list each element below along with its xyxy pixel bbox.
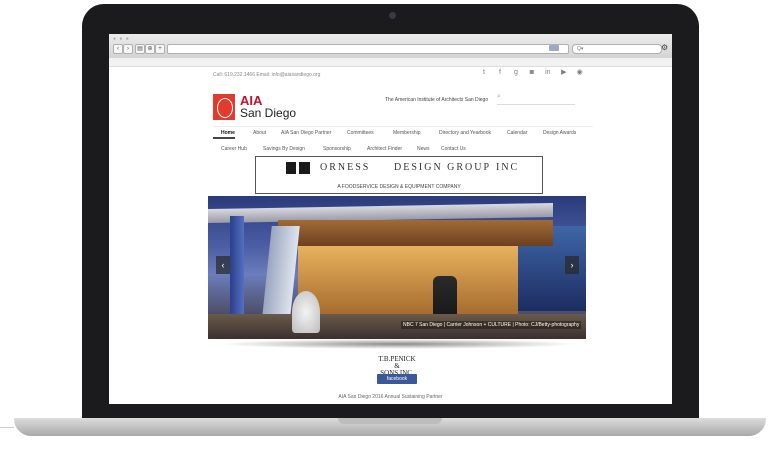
- people-figures: [433, 276, 457, 314]
- ad-word-2: DESIGN GROUP: [394, 162, 492, 173]
- bookmarks-bar: [109, 58, 672, 67]
- social-links: t f g ◙ in ▶ ◉: [477, 68, 587, 76]
- nav-membership[interactable]: Membership: [393, 130, 421, 136]
- new-tab-button[interactable]: +: [155, 44, 165, 54]
- window-controls[interactable]: ● ● ●: [113, 36, 130, 42]
- ad-logo-mark: [286, 162, 310, 174]
- nav-design-awards[interactable]: Design Awards: [543, 130, 576, 136]
- nav-sponsorship[interactable]: Sponsorship: [323, 146, 351, 152]
- browser-toolbar: ● ● ● ‹ › ▤ ⊕ + Q▾ ⚙: [109, 34, 672, 59]
- nav-calendar[interactable]: Calendar: [507, 130, 527, 136]
- site-search-input[interactable]: ⌕: [497, 93, 575, 105]
- base-line: [0, 427, 14, 428]
- nav-about[interactable]: About: [253, 130, 266, 136]
- youtube-icon[interactable]: ▶: [557, 68, 571, 76]
- ad-word-1: ORNESS: [320, 162, 371, 173]
- slider-prev-button[interactable]: ‹: [216, 256, 230, 274]
- search-icon: ⌕: [497, 93, 501, 100]
- rss-url-icon[interactable]: [549, 45, 559, 51]
- slider-next-button[interactable]: ›: [565, 256, 579, 274]
- hero-slider-image[interactable]: [208, 196, 586, 339]
- reader-button[interactable]: ▤: [135, 44, 145, 54]
- ad-word-3: INC: [496, 162, 520, 173]
- active-nav-indicator: [213, 137, 235, 139]
- nav-career-hub[interactable]: Career Hub: [221, 146, 247, 152]
- canopy-ceiling: [278, 220, 553, 246]
- twitter-icon[interactable]: t: [477, 69, 491, 76]
- facebook-button[interactable]: facebook: [377, 374, 417, 384]
- main-nav: Home About AIA San Diego Partner Committ…: [213, 126, 593, 139]
- sponsor-footer-text: AIA San Diego 2016 Annual Sustaining Par…: [338, 394, 443, 400]
- contact-info: Call: 619.232.1466 Email: info@aiasandie…: [213, 72, 321, 78]
- instagram-icon[interactable]: ◙: [525, 69, 539, 76]
- url-bar[interactable]: [167, 44, 569, 54]
- sculpture: [292, 291, 320, 333]
- nav-architect-finder[interactable]: Architect Finder: [367, 146, 402, 152]
- slider-caption: NBC 7 San Diego | Carrier Johnson + CULT…: [401, 321, 582, 329]
- ad-subtitle: A FOODSERVICE DESIGN & EQUIPMENT COMPANY: [337, 184, 461, 190]
- rss-icon[interactable]: ◉: [573, 68, 587, 76]
- google-plus-icon[interactable]: g: [509, 69, 523, 76]
- logo-city-text[interactable]: San Diego: [240, 106, 296, 120]
- nav-home[interactable]: Home: [221, 130, 235, 136]
- aia-logo-mark[interactable]: [213, 94, 235, 120]
- seal-icon: [217, 98, 233, 118]
- nav-savings[interactable]: Savings By Design: [263, 146, 305, 152]
- gear-icon[interactable]: ⚙: [661, 43, 668, 52]
- nav-directory[interactable]: Directory and Yearbook: [439, 130, 491, 136]
- nav-partner[interactable]: AIA San Diego Partner: [281, 130, 331, 136]
- site-tagline: The American Institute of Architects San…: [385, 97, 489, 103]
- linkedin-icon[interactable]: in: [541, 69, 555, 76]
- forward-button[interactable]: ›: [123, 44, 133, 54]
- facebook-icon[interactable]: f: [493, 69, 507, 76]
- camera-icon: [389, 12, 396, 19]
- nav-news[interactable]: News: [417, 146, 430, 152]
- nav-contact[interactable]: Contact Us: [441, 146, 466, 152]
- laptop-screen: ● ● ● ‹ › ▤ ⊕ + Q▾ ⚙ Call: 619.232.1466 …: [109, 34, 672, 404]
- building-interior: [298, 246, 518, 316]
- browser-search-input[interactable]: Q▾: [572, 44, 662, 54]
- laptop-notch: [338, 418, 442, 424]
- sponsor-banner-ad[interactable]: ORNESS DESIGN GROUP INC A FOODSERVICE DE…: [255, 156, 543, 194]
- slider-shadow: [218, 339, 578, 349]
- nav-committees[interactable]: Committees: [347, 130, 374, 136]
- share-button[interactable]: ⊕: [145, 44, 155, 54]
- back-button[interactable]: ‹: [113, 44, 123, 54]
